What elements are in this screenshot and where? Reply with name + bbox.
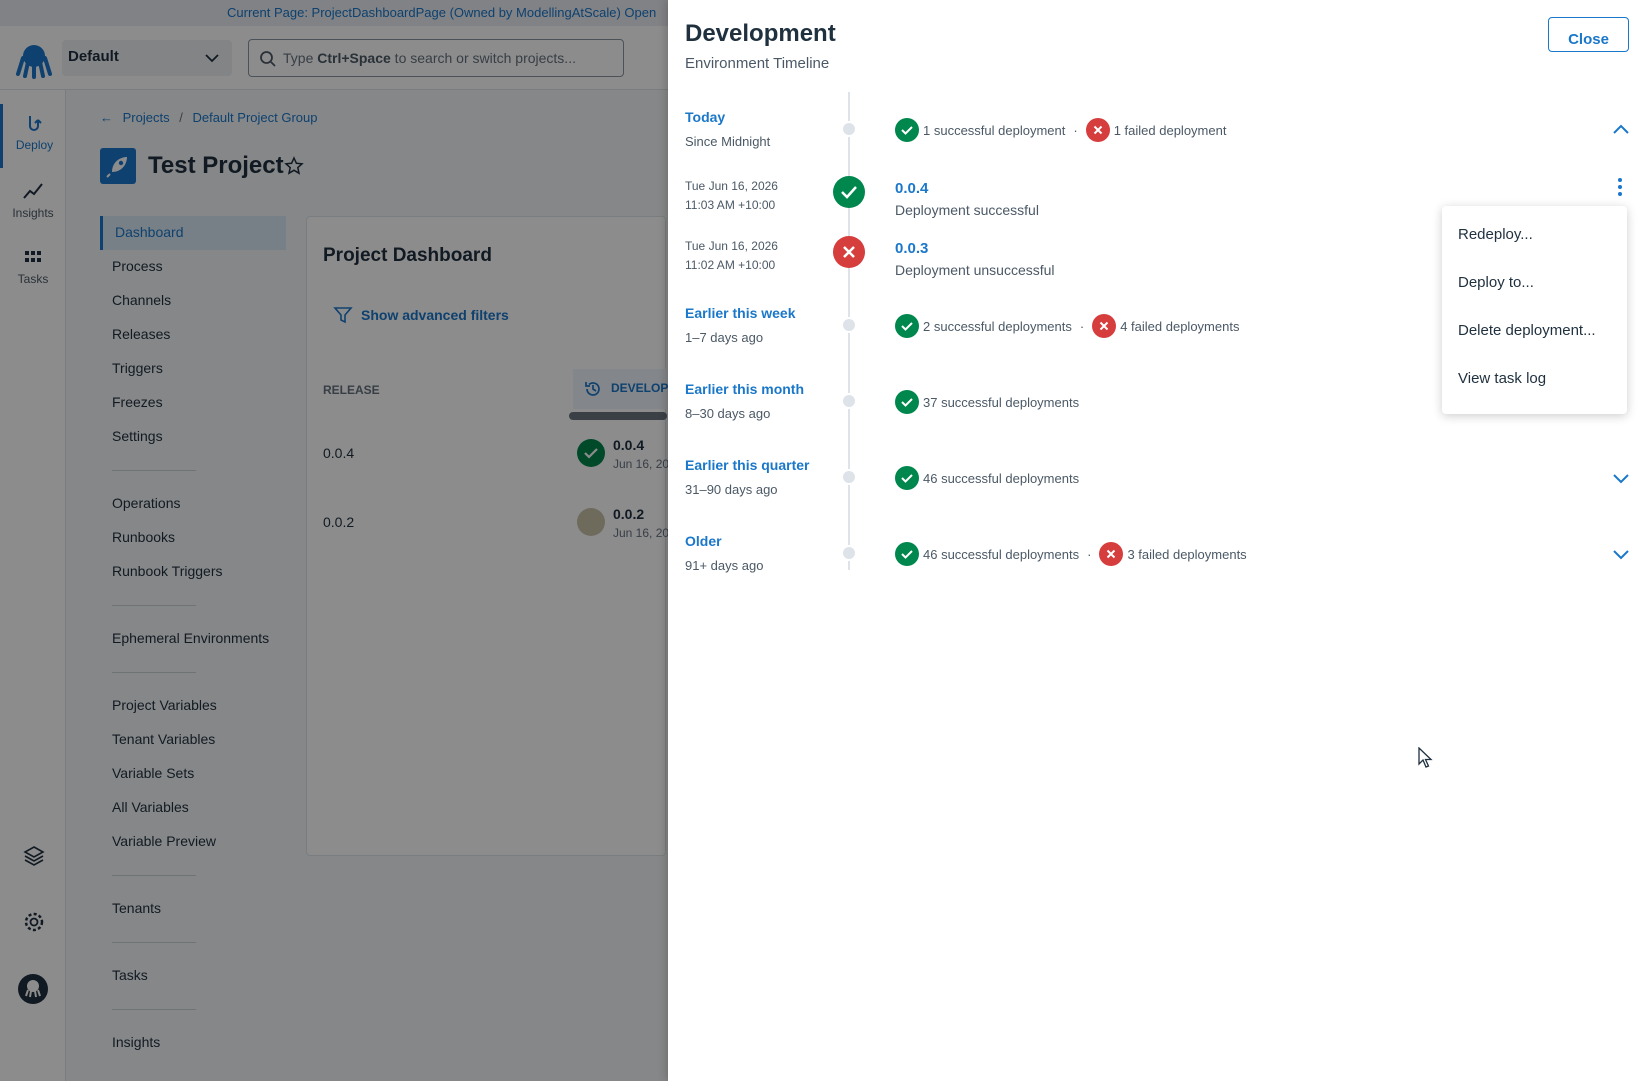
timeline-dot <box>841 393 857 409</box>
success-count: 2 successful deployments <box>923 318 1072 334</box>
group-today-label[interactable]: Today <box>685 109 725 125</box>
timeline-dot <box>841 317 857 333</box>
deployment-version-link[interactable]: 0.0.3 <box>895 240 928 257</box>
failure-count: 4 failed deployments <box>1120 318 1240 334</box>
drawer-title: Development <box>685 20 836 47</box>
failure-count: 1 failed deployment <box>1113 122 1227 138</box>
chevron-down-icon[interactable] <box>1610 467 1632 489</box>
deployment-version-link[interactable]: 0.0.4 <box>895 180 928 197</box>
success-icon <box>895 466 919 490</box>
menu-item-redeploy[interactable]: Redeploy... <box>1442 212 1627 260</box>
success-count: 37 successful deployments <box>923 394 1080 410</box>
menu-item-delete-deployment[interactable]: Delete deployment... <box>1442 308 1627 356</box>
deployment-time: 11:03 AM +10:00 <box>685 198 776 212</box>
failure-icon <box>1092 314 1117 338</box>
timeline-dot <box>841 121 857 137</box>
group-quarter-sub: 31–90 days ago <box>685 482 778 497</box>
modal-backdrop[interactable] <box>0 0 668 1081</box>
group-quarter-summary: 46 successful deployments <box>895 466 1079 490</box>
deployment-timestamp: Tue Jun 16, 2026 11:02 AM +10:00 <box>685 237 778 275</box>
separator-dot: · <box>1073 122 1078 138</box>
failure-icon <box>833 236 865 268</box>
drawer-subtitle: Environment Timeline <box>685 55 830 72</box>
close-button[interactable]: Close <box>1548 17 1629 52</box>
separator-dot: · <box>1079 318 1085 334</box>
chevron-down-icon[interactable] <box>1610 543 1632 565</box>
separator-dot: · <box>1087 546 1092 562</box>
failure-icon <box>1085 118 1110 142</box>
failure-icon <box>1099 542 1124 566</box>
success-count: 46 successful deployments <box>923 546 1080 562</box>
chevron-up-icon[interactable] <box>1610 119 1632 141</box>
more-options-icon[interactable] <box>1610 176 1630 198</box>
deployment-time: 11:02 AM +10:00 <box>685 258 776 272</box>
deployment-actions-menu: Redeploy... Deploy to... Delete deployme… <box>1442 206 1627 414</box>
group-week-summary: 2 successful deployments · 4 failed deploy… <box>895 314 1239 338</box>
group-older-label[interactable]: Older <box>685 533 722 549</box>
group-older-summary: 46 successful deployments · 3 failed deplo… <box>895 542 1247 566</box>
group-older-sub: 91+ days ago <box>685 558 764 573</box>
success-icon <box>895 118 919 142</box>
menu-item-deploy-to[interactable]: Deploy to... <box>1442 260 1627 308</box>
success-icon <box>895 542 919 566</box>
group-week-label[interactable]: Earlier this week <box>685 305 796 321</box>
menu-item-view-task-log[interactable]: View task log <box>1442 356 1627 404</box>
deployment-date: Tue Jun 16, 2026 <box>685 239 778 253</box>
deployment-status: Deployment unsuccessful <box>895 262 1055 278</box>
failure-count: 3 failed deployments <box>1127 546 1247 562</box>
deployment-status: Deployment successful <box>895 202 1039 218</box>
success-icon <box>895 314 919 338</box>
success-icon <box>895 390 919 414</box>
timeline-dot <box>841 469 857 485</box>
mouse-cursor-icon <box>1418 747 1433 768</box>
group-today-summary: 1 successful deployment · 1 failed deploym… <box>895 118 1226 142</box>
success-count: 46 successful deployments <box>923 470 1080 486</box>
deployment-timestamp: Tue Jun 16, 2026 11:03 AM +10:00 <box>685 177 778 215</box>
timeline-dot <box>841 545 857 561</box>
group-month-label[interactable]: Earlier this month <box>685 381 804 397</box>
group-month-summary: 37 successful deployments <box>895 390 1079 414</box>
group-quarter-label[interactable]: Earlier this quarter <box>685 457 810 473</box>
success-count: 1 successful deployment <box>923 122 1066 138</box>
environment-timeline-drawer: Development Environment Timeline Close T… <box>668 0 1644 1081</box>
deployment-date: Tue Jun 16, 2026 <box>685 179 778 193</box>
success-icon <box>833 176 865 208</box>
group-month-sub: 8–30 days ago <box>685 406 771 421</box>
group-week-sub: 1–7 days ago <box>685 330 764 345</box>
group-today-sub: Since Midnight <box>685 134 771 149</box>
